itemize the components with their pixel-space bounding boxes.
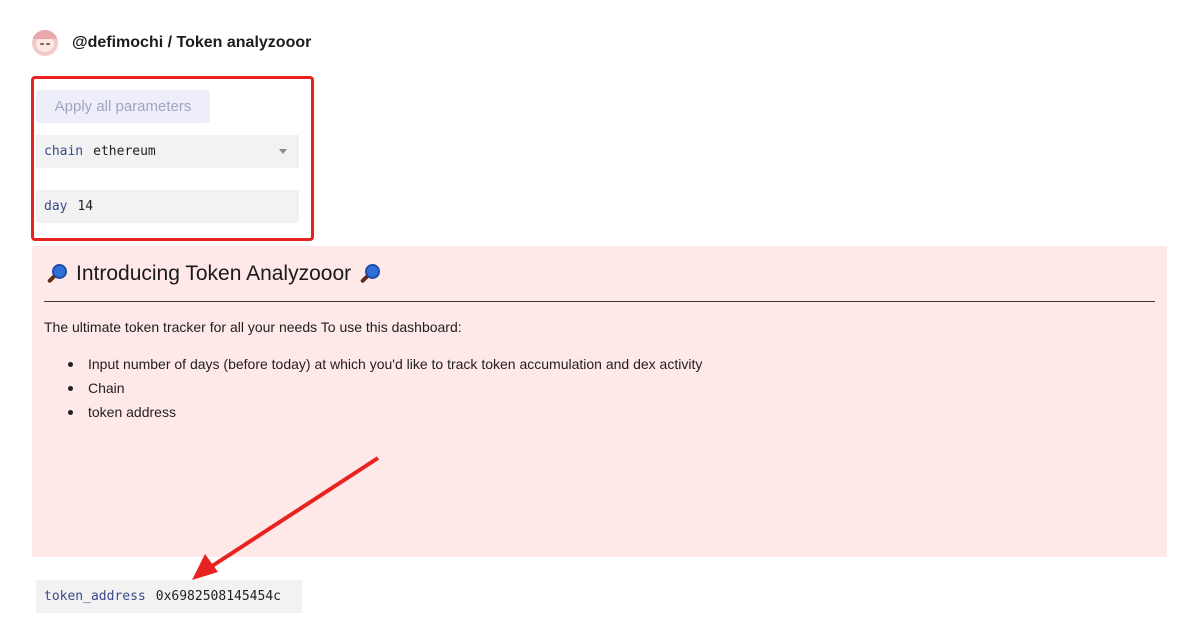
arrow-head <box>192 554 218 580</box>
annotation-arrow <box>192 456 380 580</box>
arrow-line <box>204 456 380 572</box>
